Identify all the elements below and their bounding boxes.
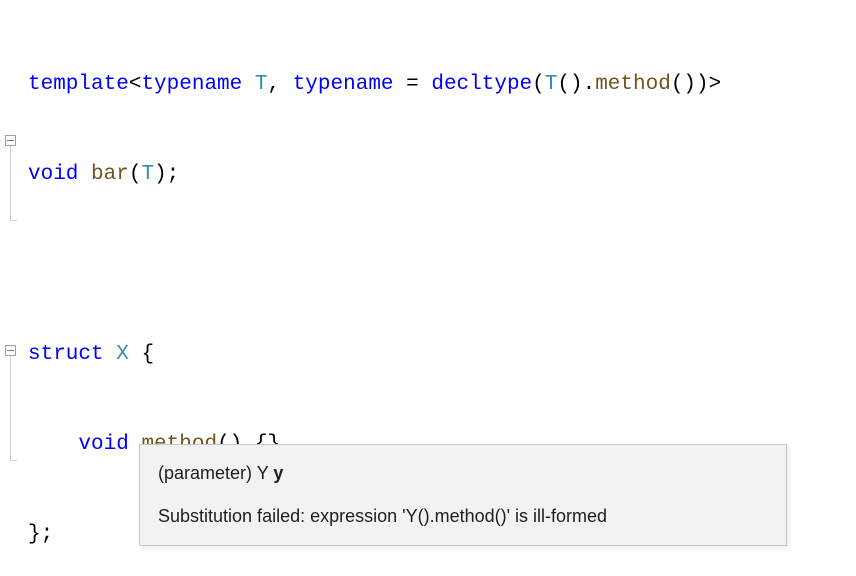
indent xyxy=(28,433,78,456)
blank-line[interactable] xyxy=(28,250,856,280)
tooltip-message: Substitution failed: expression 'Y().met… xyxy=(158,502,768,531)
punct: , xyxy=(267,73,292,96)
fold-end-test xyxy=(10,460,17,461)
space xyxy=(78,163,91,186)
tooltip-kind: (parameter) xyxy=(158,463,252,483)
punct: }; xyxy=(28,523,53,546)
keyword: typename xyxy=(141,73,242,96)
tooltip-signature: (parameter) Y y xyxy=(158,459,768,488)
space xyxy=(242,73,255,96)
type-param: T xyxy=(255,73,268,96)
tooltip-name: y xyxy=(273,463,283,483)
type-ref: T xyxy=(141,163,154,186)
tooltip-type: Y xyxy=(257,463,269,483)
keyword: void xyxy=(78,433,128,456)
fold-toggle-struct-x[interactable] xyxy=(5,135,16,146)
code-line[interactable]: template<typename T, typename = decltype… xyxy=(28,70,856,100)
type-decl: X xyxy=(116,343,129,366)
function-decl: bar xyxy=(91,163,129,186)
keyword: struct xyxy=(28,343,104,366)
hover-tooltip: (parameter) Y y Substitution failed: exp… xyxy=(139,444,787,546)
keyword: void xyxy=(28,163,78,186)
fold-end-x xyxy=(10,220,17,221)
punct: ( xyxy=(129,163,142,186)
code-line[interactable]: struct X { xyxy=(28,340,856,370)
punct: ); xyxy=(154,163,179,186)
code-line[interactable]: void bar(T); xyxy=(28,160,856,190)
punct: (). xyxy=(557,73,595,96)
keyword: decltype xyxy=(431,73,532,96)
keyword: template xyxy=(28,73,129,96)
fold-line-x xyxy=(10,146,11,220)
punct: ()) xyxy=(671,73,709,96)
keyword: typename xyxy=(293,73,394,96)
op: = xyxy=(394,73,432,96)
space xyxy=(104,343,117,366)
punct: ( xyxy=(532,73,545,96)
punct: < xyxy=(129,73,142,96)
punct: { xyxy=(129,343,154,366)
fold-line-test xyxy=(10,356,11,460)
code-editor[interactable]: template<typename T, typename = decltype… xyxy=(0,0,856,576)
fold-toggle-test[interactable] xyxy=(5,345,16,356)
method-call: method xyxy=(595,73,671,96)
type-ref: T xyxy=(545,73,558,96)
punct: > xyxy=(709,73,722,96)
